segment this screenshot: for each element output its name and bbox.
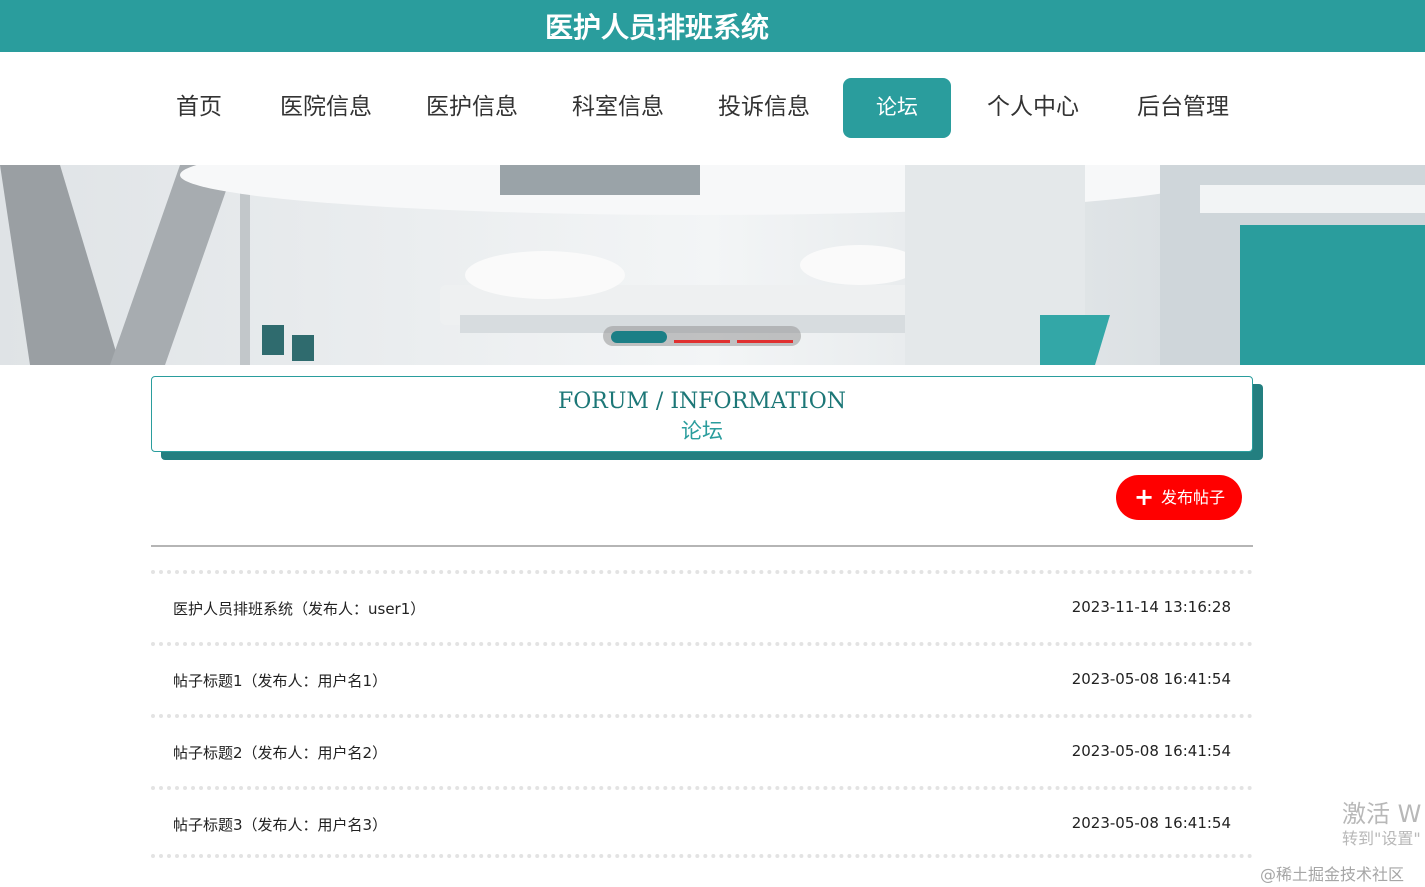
post-item[interactable]: 医护人员排班系统（发布人：user1） 2023-11-14 13:16:28 — [151, 570, 1253, 642]
publish-post-button[interactable]: + 发布帖子 — [1116, 475, 1242, 520]
divider — [151, 545, 1253, 547]
section-header: FORUM / INFORMATION 论坛 — [151, 376, 1253, 452]
main-nav: 首页 医院信息 医护信息 科室信息 投诉信息 论坛 个人中心 后台管理 — [0, 52, 1425, 165]
windows-activation-subtext: 转到"设置" — [1342, 829, 1421, 848]
nav-item-complaint-info[interactable]: 投诉信息 — [709, 78, 819, 138]
nav-item-department-info[interactable]: 科室信息 — [563, 78, 673, 138]
carousel-dot-3[interactable] — [737, 340, 793, 343]
post-item[interactable]: 帖子标题2（发布人：用户名2） 2023-05-08 16:41:54 — [151, 714, 1253, 786]
post-title[interactable]: 医护人员排班系统（发布人：user1） — [173, 598, 425, 619]
section-title-en: FORUM / INFORMATION — [558, 389, 846, 414]
windows-activation-watermark: 激活 W — [1342, 800, 1422, 828]
nav-item-hospital-info[interactable]: 医院信息 — [271, 78, 381, 138]
publish-post-label: 发布帖子 — [1161, 488, 1226, 507]
nav-item-staff-info[interactable]: 医护信息 — [417, 78, 527, 138]
carousel-dot-2[interactable] — [674, 340, 730, 343]
nav-item-admin[interactable]: 后台管理 — [1127, 78, 1239, 138]
carousel-dot-1[interactable] — [611, 331, 667, 343]
post-time: 2023-05-08 16:41:54 — [1071, 814, 1231, 832]
app-header: 医护人员排班系统 — [0, 0, 1425, 52]
post-time: 2023-05-08 16:41:54 — [1071, 742, 1231, 760]
post-list: 医护人员排班系统（发布人：user1） 2023-11-14 13:16:28 … — [151, 570, 1253, 858]
plus-icon: + — [1134, 483, 1155, 511]
nav-item-forum[interactable]: 论坛 — [843, 78, 951, 138]
app-title: 医护人员排班系统 — [545, 11, 770, 44]
nav-item-personal-center[interactable]: 个人中心 — [978, 78, 1088, 138]
post-time: 2023-11-14 13:16:28 — [1071, 598, 1231, 616]
post-time: 2023-05-08 16:41:54 — [1071, 670, 1231, 688]
post-item[interactable]: 帖子标题3（发布人：用户名3） 2023-05-08 16:41:54 — [151, 786, 1253, 858]
post-title[interactable]: 帖子标题2（发布人：用户名2） — [173, 742, 387, 763]
post-title[interactable]: 帖子标题1（发布人：用户名1） — [173, 670, 387, 691]
nav-item-home[interactable]: 首页 — [164, 78, 234, 138]
post-title[interactable]: 帖子标题3（发布人：用户名3） — [173, 814, 387, 835]
site-credit-watermark: @稀土掘金技术社区 — [1260, 865, 1405, 884]
post-item[interactable]: 帖子标题1（发布人：用户名1） 2023-05-08 16:41:54 — [151, 642, 1253, 714]
section-title-cn: 论坛 — [681, 419, 723, 443]
